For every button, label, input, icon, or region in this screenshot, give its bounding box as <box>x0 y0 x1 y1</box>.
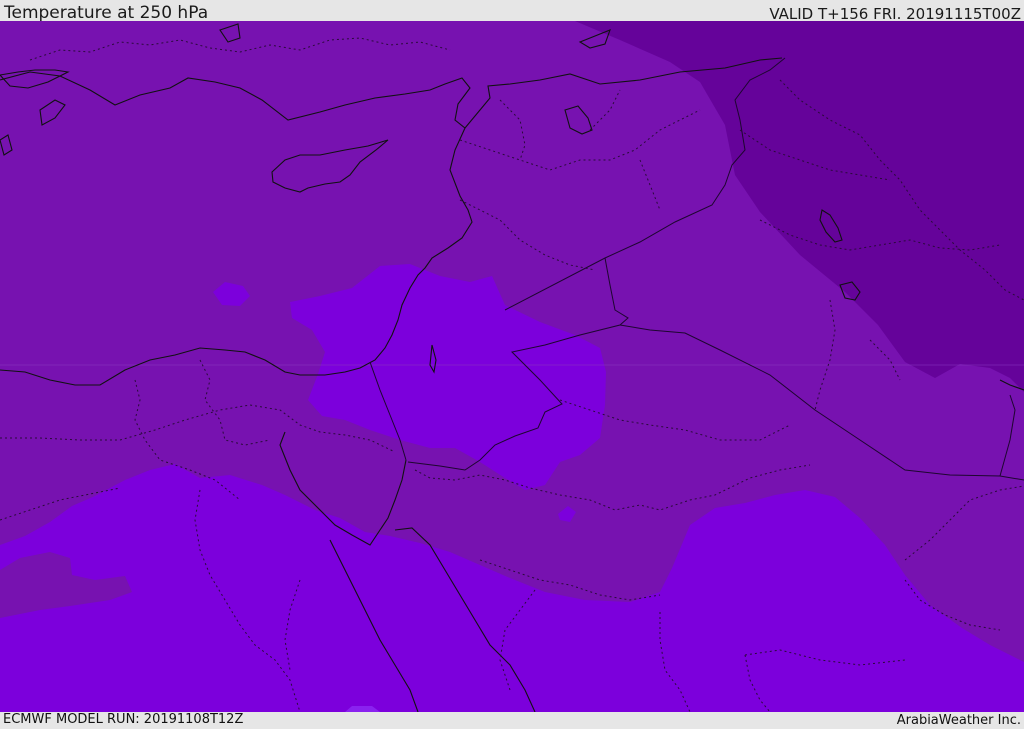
credit-label: ArabiaWeather Inc. <box>896 713 1021 728</box>
model-run-label: ECMWF MODEL RUN: 20191108T12Z <box>3 712 244 727</box>
map-title: Temperature at 250 hPa <box>4 3 209 23</box>
weather-map <box>0 21 1024 712</box>
bottom-bar: ECMWF MODEL RUN: 20191108T12Z ArabiaWeat… <box>0 712 1024 729</box>
map-canvas <box>0 21 1024 712</box>
top-bar: Temperature at 250 hPa VALID T+156 FRI. … <box>0 0 1024 23</box>
